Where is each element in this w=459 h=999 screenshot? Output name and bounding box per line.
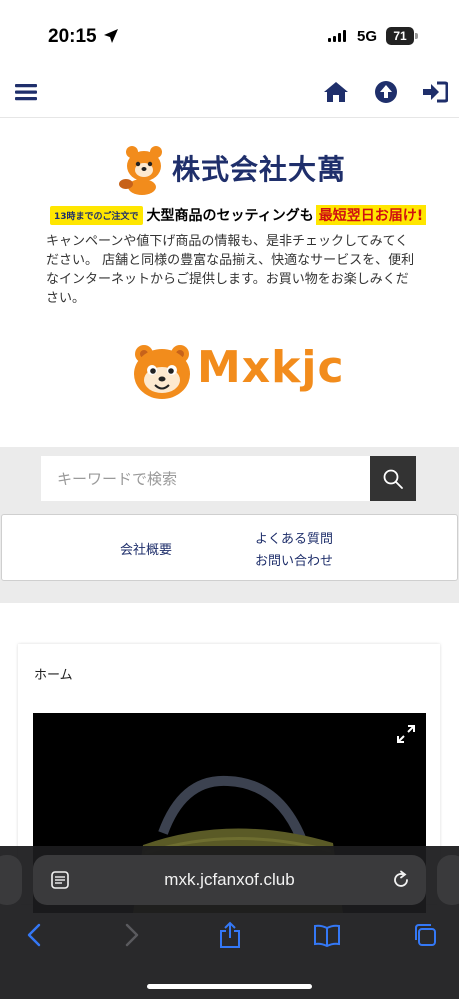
delivery-banner: 13時までのご注文で 大型商品のセッティングも 最短翌日お届け! xyxy=(50,204,427,226)
banner-main: 大型商品のセッティングも xyxy=(146,208,314,224)
battery-icon: 71 xyxy=(386,27,414,45)
menu-link-contact[interactable]: お問い合わせ xyxy=(255,550,333,569)
sign-in-icon[interactable] xyxy=(422,80,448,104)
menu-link-faq[interactable]: よくある質問 xyxy=(255,528,333,547)
back-icon[interactable] xyxy=(20,921,48,949)
info-menu xyxy=(1,514,458,581)
location-arrow-icon xyxy=(104,29,118,43)
menu-link-company-overview[interactable]: 会社概要 xyxy=(120,539,172,558)
reload-icon[interactable] xyxy=(391,870,411,890)
brand-name: Mxkjc xyxy=(197,342,345,393)
search-button[interactable] xyxy=(370,456,416,501)
forward-icon[interactable] xyxy=(118,921,146,949)
company-name: 株式会社大萬 xyxy=(172,153,347,186)
battery-level: 71 xyxy=(393,29,407,43)
site-navbar xyxy=(0,62,459,118)
share-icon[interactable] xyxy=(216,921,244,949)
search-icon xyxy=(383,469,403,489)
intro-text: キャンペーンや値下げ商品の情報も、是非チェックしてみてください。 店舗と同様の豊… xyxy=(46,234,415,306)
home-icon[interactable] xyxy=(323,80,349,104)
expand-icon[interactable] xyxy=(396,724,416,744)
search-input[interactable] xyxy=(41,456,371,501)
battery-cap xyxy=(415,33,418,39)
status-bar: 20:15 5G 71 xyxy=(0,0,459,62)
banner-highlight: 最短翌日お届け! xyxy=(315,205,427,225)
network-type: 5G xyxy=(357,28,378,45)
arrow-up-circle-icon[interactable] xyxy=(373,80,399,104)
breadcrumb[interactable]: ホーム xyxy=(34,664,73,683)
menu-icon[interactable] xyxy=(13,80,39,104)
status-time: 20:15 xyxy=(48,26,97,47)
cellular-signal-icon xyxy=(328,30,346,42)
banner-tag: 13時までのご注文で xyxy=(50,205,143,225)
home-indicator xyxy=(147,984,312,989)
bookmarks-icon[interactable] xyxy=(313,921,341,949)
tabs-icon[interactable] xyxy=(411,921,439,949)
